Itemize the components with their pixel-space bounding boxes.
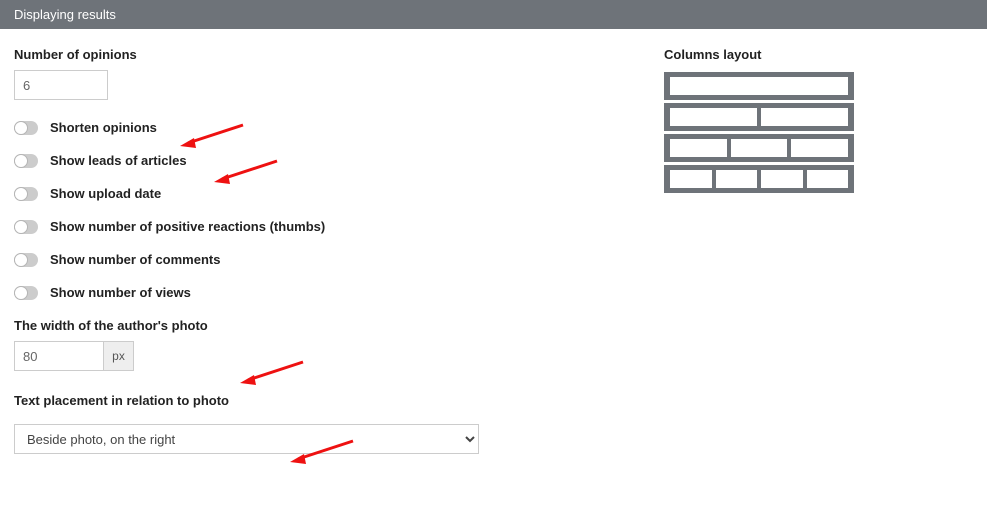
toggle-switch[interactable] <box>14 220 38 234</box>
toggle-show-leads[interactable]: Show leads of articles <box>14 153 654 168</box>
toggle-switch[interactable] <box>14 121 38 135</box>
toggle-knob <box>14 154 28 168</box>
toggle-knob <box>14 286 28 300</box>
opinions-count-input[interactable] <box>14 70 108 100</box>
toggle-switch[interactable] <box>14 187 38 201</box>
content: Number of opinions Shorten opinions Show… <box>0 29 987 454</box>
toggle-label: Show number of views <box>50 285 191 300</box>
layout-cell <box>807 170 849 188</box>
left-column: Number of opinions Shorten opinions Show… <box>14 47 654 454</box>
layout-cell <box>761 170 803 188</box>
toggle-label: Show number of positive reactions (thumb… <box>50 219 325 234</box>
text-placement-label: Text placement in relation to photo <box>14 393 654 408</box>
columns-layout-label: Columns layout <box>664 47 964 62</box>
toggle-comments-count[interactable]: Show number of comments <box>14 252 654 267</box>
toggle-upload-date[interactable]: Show upload date <box>14 186 654 201</box>
toggle-switch[interactable] <box>14 253 38 267</box>
layout-cell <box>716 170 758 188</box>
toggle-knob <box>14 253 28 267</box>
columns-option-2[interactable] <box>664 103 854 131</box>
toggle-label: Shorten opinions <box>50 120 157 135</box>
toggle-views-count[interactable]: Show number of views <box>14 285 654 300</box>
layout-cell <box>791 139 848 157</box>
toggle-label: Show upload date <box>50 186 161 201</box>
toggle-label: Show leads of articles <box>50 153 187 168</box>
layout-cell <box>761 108 848 126</box>
photo-width-unit: px <box>104 341 134 371</box>
toggle-knob <box>14 121 28 135</box>
section-header: Displaying results <box>0 0 987 29</box>
opinions-count-label: Number of opinions <box>14 47 654 62</box>
layout-cell <box>731 139 788 157</box>
section-header-title: Displaying results <box>14 7 116 22</box>
columns-option-1[interactable] <box>664 72 854 100</box>
columns-option-3[interactable] <box>664 134 854 162</box>
toggle-positive-reactions[interactable]: Show number of positive reactions (thumb… <box>14 219 654 234</box>
text-placement-select[interactable]: Beside photo, on the right <box>14 424 479 454</box>
photo-width-label: The width of the author's photo <box>14 318 654 333</box>
toggle-label: Show number of comments <box>50 252 220 267</box>
toggle-switch[interactable] <box>14 286 38 300</box>
toggle-switch[interactable] <box>14 154 38 168</box>
layout-cell <box>670 139 727 157</box>
toggle-knob <box>14 187 28 201</box>
layout-cell <box>670 170 712 188</box>
right-column: Columns layout <box>664 47 964 454</box>
layout-cell <box>670 108 757 126</box>
toggle-group: Shorten opinions Show leads of articles … <box>14 120 654 300</box>
columns-layout-picker <box>664 72 854 193</box>
layout-cell <box>670 77 848 95</box>
photo-width-row: px <box>14 341 654 371</box>
columns-option-4[interactable] <box>664 165 854 193</box>
toggle-knob <box>14 220 28 234</box>
photo-width-input[interactable] <box>14 341 104 371</box>
toggle-shorten-opinions[interactable]: Shorten opinions <box>14 120 654 135</box>
